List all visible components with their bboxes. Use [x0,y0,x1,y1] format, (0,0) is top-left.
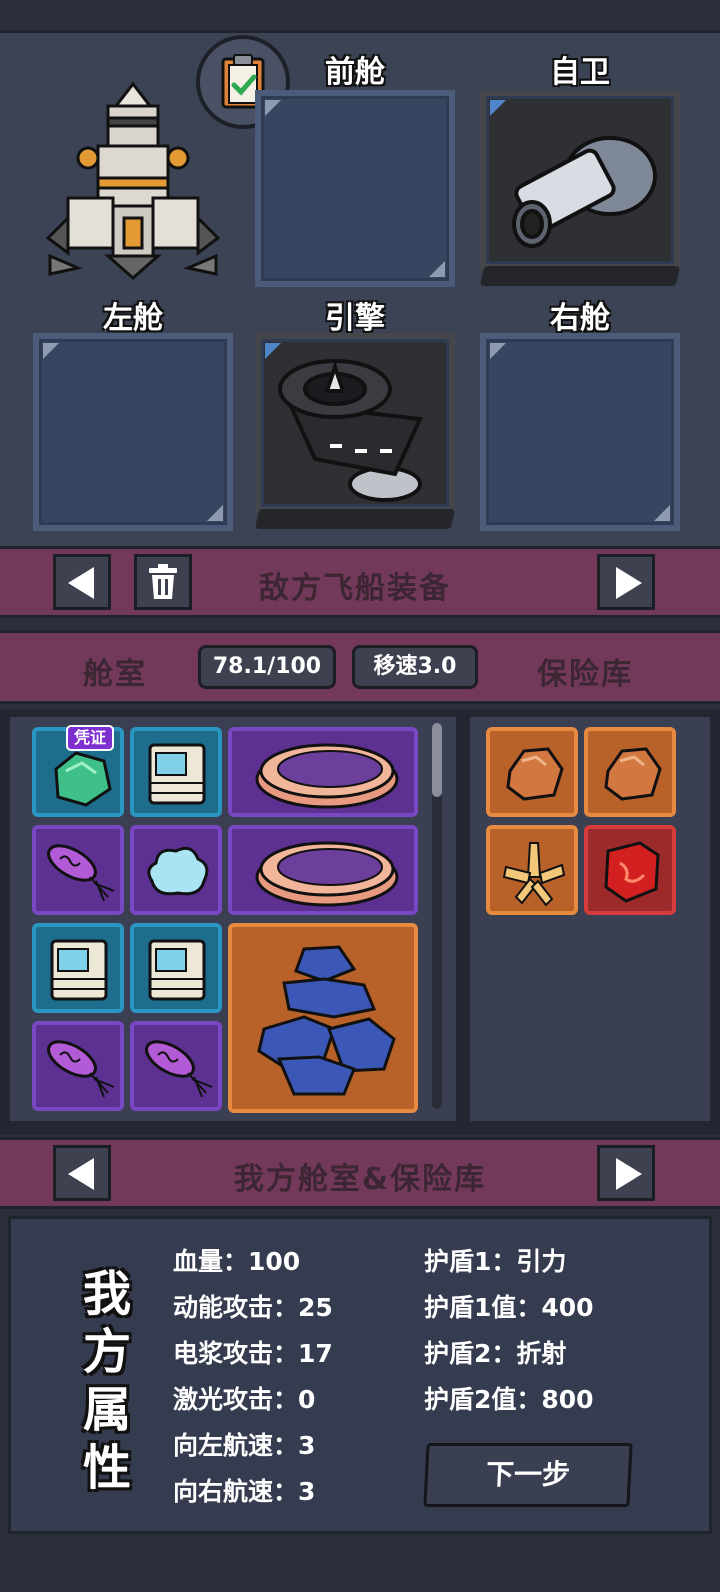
inventory-area: 凭证 [0,709,720,1135]
bacteria-icon [47,844,115,902]
stat-plasma-attack: 电浆攻击：17 [173,1339,333,1368]
stat-shield2: 护盾2：折射 [424,1339,567,1368]
stat-laser-attack: 激光攻击：0 [173,1385,316,1414]
front-slot[interactable] [255,90,455,287]
item-meat[interactable] [228,727,418,817]
enemy-next-button[interactable] [597,554,655,610]
stat-left-speed: 向左航速：3 [173,1431,316,1460]
own-attributes-panel: 我方属性 血量：100 动能攻击：25 电浆攻击：17 激光攻击：0 向左航速：… [8,1216,712,1534]
red-cube-icon [604,841,660,903]
bacteria-icon [145,1040,213,1098]
right-slot[interactable] [480,333,680,531]
enemy-equipment-banner: 敌方飞船装备 [0,546,720,618]
item-computer[interactable] [130,727,222,817]
item-computer-2[interactable] [32,923,124,1013]
vault-tab[interactable]: 保险库 [520,649,650,693]
ship-equipment-panel: 前舱 自卫 左舱 引擎 右舱 [0,30,720,561]
copper-ore-icon [604,747,662,801]
stat-kinetic-attack: 动能攻击：25 [173,1293,333,1322]
left-slot-label: 左舱 [103,301,163,336]
right-slot-label: 右舱 [550,301,610,336]
left-slot[interactable] [33,333,233,531]
defense-slot-bar [479,266,681,286]
own-storage-banner: 我方舱室&保险库 [0,1137,720,1209]
voucher-badge: 凭证 [66,725,115,751]
enemy-banner-title: 敌方飞船装备 [259,571,451,606]
stats-left-column: 血量：100 动能攻击：25 电浆攻击：17 激光攻击：0 向左航速：3 向右航… [173,1239,333,1515]
engine-slot-bar [254,509,456,529]
copper-ore-icon [506,747,564,801]
item-bacteria-3[interactable] [130,1021,222,1111]
capacity-indicator: 78.1/100 [198,645,336,689]
enemy-prev-button[interactable] [53,554,111,610]
item-computer-3[interactable] [130,923,222,1013]
arrow-left-icon [68,1158,94,1190]
defense-slot[interactable] [480,90,680,270]
meat-icon [255,841,399,907]
attributes-title: 我方属性 [82,1266,131,1496]
cabin-tab[interactable]: 舱室 [70,649,160,693]
trash-icon [149,564,177,599]
vault-item-copper-ore-2[interactable] [584,727,676,817]
stat-right-speed: 向右航速：3 [173,1477,316,1506]
blue-ore-pile-icon [257,945,396,1096]
next-step-button[interactable]: 下一步 [423,1443,633,1507]
engine-slot-label: 引擎 [325,301,385,336]
engine-slot[interactable] [255,333,455,513]
vault-item-copper-ore[interactable] [486,727,578,817]
computer-icon [148,743,206,805]
spaceship-image [45,81,221,280]
cloud-gel-icon [147,846,209,896]
own-prev-button[interactable] [53,1145,111,1201]
own-next-button[interactable] [597,1145,655,1201]
vault-item-amber-crystal[interactable] [486,825,578,915]
stat-shield1-value: 护盾1值：400 [424,1293,594,1322]
scrollbar-thumb[interactable] [432,723,442,797]
speed-indicator: 移速3.0 [352,645,478,689]
own-banner-title: 我方舱室&保险库 [233,1162,487,1197]
cannon-icon [512,136,657,248]
arrow-left-icon [68,567,94,599]
trash-button[interactable] [134,554,192,610]
cabin-scrollbar[interactable] [432,723,442,1109]
item-blue-ore[interactable] [228,923,418,1113]
meat-icon [255,743,399,809]
stat-shield1: 护盾1：引力 [424,1247,567,1276]
vault-item-red-cube[interactable] [584,825,676,915]
computer-icon [50,939,108,1001]
item-bacteria-2[interactable] [32,1021,124,1111]
stat-hp: 血量：100 [173,1247,301,1276]
item-bacteria[interactable] [32,825,124,915]
item-cloud[interactable] [130,825,222,915]
amber-crystal-icon [502,842,566,907]
storage-tab-row: 舱室 78.1/100 移速3.0 保险库 [0,630,720,704]
engine-icon [278,359,423,502]
computer-icon [148,939,206,1001]
item-meat-2[interactable] [228,825,418,915]
defense-slot-label: 自卫 [550,55,610,90]
stats-right-column: 护盾1：引力 护盾1值：400 护盾2：折射 护盾2值：800 [424,1239,594,1423]
front-slot-label: 前舱 [325,55,385,90]
stat-shield2-value: 护盾2值：800 [424,1385,594,1414]
green-crystal-icon [54,751,112,807]
arrow-right-icon [616,567,642,599]
arrow-right-icon [616,1158,642,1190]
bacteria-icon [47,1040,115,1098]
